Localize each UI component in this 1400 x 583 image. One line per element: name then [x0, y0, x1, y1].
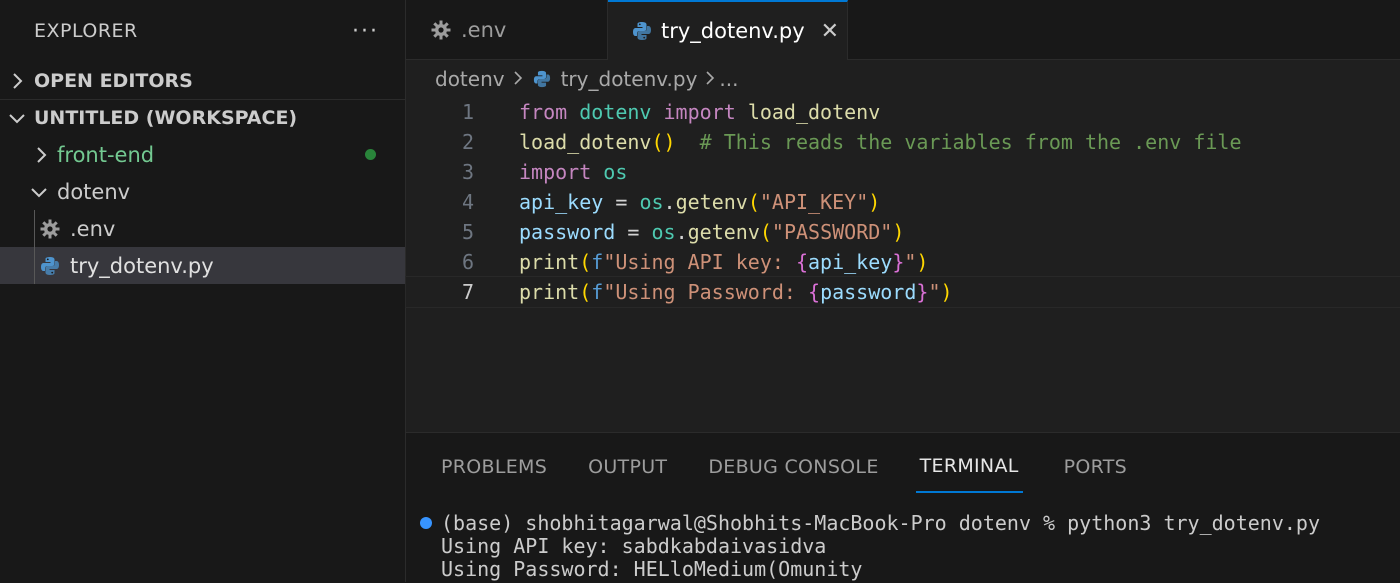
open-editors-label: OPEN EDITORS [34, 69, 193, 92]
python-icon [531, 68, 553, 90]
terminal-output: Using API key: sabdkabdaivasidva [441, 533, 827, 558]
gear-icon [39, 218, 61, 240]
tab-label: try_dotenv.py [661, 19, 805, 43]
command-status-icon [420, 516, 432, 529]
line-number: 6 [461, 250, 474, 274]
terminal-line: Using Password: HELloMedium(Omunity [420, 556, 1400, 581]
open-editors-section[interactable]: OPEN EDITORS [0, 62, 405, 99]
editor-tabbar: .env try_dotenv.py ✕ [406, 0, 1400, 60]
tab-debug-console[interactable]: DEBUG CONSOLE [708, 441, 878, 493]
tab-try-dotenv[interactable]: try_dotenv.py ✕ [608, 0, 848, 60]
chevron-right-icon [0, 72, 34, 90]
tab-output[interactable]: OUTPUT [588, 441, 667, 493]
terminal-output: Using Password: HELloMedium(Omunity [441, 556, 863, 581]
code-line[interactable]: 3 import os [406, 157, 1400, 187]
code-line[interactable]: 2 load_dotenv() # This reads the variable… [406, 127, 1400, 157]
tree-item-dotenv[interactable]: dotenv [0, 173, 405, 210]
code-text: from dotenv import load_dotenv [519, 100, 881, 124]
indent-guide [34, 210, 35, 247]
tree-item-front-end[interactable]: front-end [0, 136, 405, 173]
editor-area: .env try_dotenv.py ✕ dotenv try_dotenv.p… [405, 0, 1400, 432]
code-text: print(f"Using Password: {password}") [519, 280, 953, 304]
line-number: 4 [461, 190, 474, 214]
code-line[interactable]: 1 from dotenv import load_dotenv [406, 97, 1400, 127]
code-line[interactable]: 6 print(f"Using API key: {api_key}") [406, 247, 1400, 277]
breadcrumb: dotenv try_dotenv.py ... [406, 60, 1400, 98]
modified-dot-icon [365, 149, 376, 160]
code-line[interactable]: 7 print(f"Using Password: {password}") [405, 276, 1400, 308]
code-text: password = os.getenv("PASSWORD") [519, 220, 905, 244]
explorer-title: EXPLORER [34, 20, 138, 42]
panel-tabbar: PROBLEMS OUTPUT DEBUG CONSOLE TERMINAL P… [406, 433, 1400, 493]
workspace-label: UNTITLED (WORKSPACE) [34, 107, 298, 129]
breadcrumb-more[interactable]: ... [719, 67, 738, 91]
code-line[interactable]: 4 api_key = os.getenv("API_KEY") [406, 187, 1400, 217]
tab-terminal[interactable]: TERMINAL [915, 441, 1023, 493]
explorer-sidebar: EXPLORER ··· OPEN EDITORS UNTITLED (WORK… [0, 0, 406, 582]
tree-item-label: dotenv [57, 179, 131, 204]
line-number: 7 [461, 280, 474, 304]
more-actions-icon[interactable]: ··· [352, 19, 379, 44]
python-icon [632, 20, 652, 42]
line-number: 3 [461, 160, 474, 184]
code-editor[interactable]: 1 from dotenv import load_dotenv 2 load_dot… [405, 97, 1400, 308]
line-number: 5 [461, 220, 474, 244]
tree-item-label: try_dotenv.py [70, 253, 214, 278]
close-icon[interactable]: ✕ [821, 19, 839, 44]
tree-item-try-dotenv[interactable]: try_dotenv.py [0, 247, 405, 284]
tree-item-label: .env [70, 216, 116, 241]
line-number: 2 [461, 130, 474, 154]
code-text: load_dotenv() # This reads the variables… [519, 130, 1242, 154]
tab-label: .env [461, 18, 507, 42]
chevron-right-icon [30, 146, 52, 164]
line-number: 1 [461, 100, 474, 124]
bottom-panel: PROBLEMS OUTPUT DEBUG CONSOLE TERMINAL P… [406, 432, 1400, 583]
terminal[interactable]: (base) shobhitagarwal@Shobhits-MacBook-P… [406, 493, 1400, 581]
chevron-down-icon [28, 186, 50, 198]
gear-icon [430, 19, 452, 41]
chevron-down-icon [0, 112, 34, 124]
code-text: print(f"Using API key: {api_key}") [519, 250, 929, 274]
chevron-right-icon [705, 67, 715, 91]
terminal-line: (base) shobhitagarwal@Shobhits-MacBook-P… [420, 510, 1400, 535]
tab-ports[interactable]: PORTS [1064, 441, 1127, 493]
code-line[interactable]: 5 password = os.getenv("PASSWORD") [406, 217, 1400, 247]
workspace-section[interactable]: UNTITLED (WORKSPACE) [0, 99, 405, 136]
tab-problems[interactable]: PROBLEMS [441, 441, 547, 493]
indent-guide [34, 247, 35, 284]
code-text: import os [519, 160, 628, 184]
breadcrumb-file[interactable]: try_dotenv.py [561, 67, 698, 91]
tab-env[interactable]: .env [406, 0, 608, 60]
tree-item-label: front-end [57, 142, 155, 167]
terminal-command: (base) shobhitagarwal@Shobhits-MacBook-P… [441, 510, 1320, 535]
python-icon [39, 255, 61, 277]
explorer-header: EXPLORER ··· [0, 0, 405, 62]
tree-item-env[interactable]: .env [0, 210, 405, 247]
breadcrumb-folder[interactable]: dotenv [435, 67, 505, 91]
code-text: api_key = os.getenv("API_KEY") [519, 190, 881, 214]
terminal-line: Using API key: sabdkabdaivasidva [420, 533, 1400, 558]
chevron-right-icon [513, 67, 523, 91]
